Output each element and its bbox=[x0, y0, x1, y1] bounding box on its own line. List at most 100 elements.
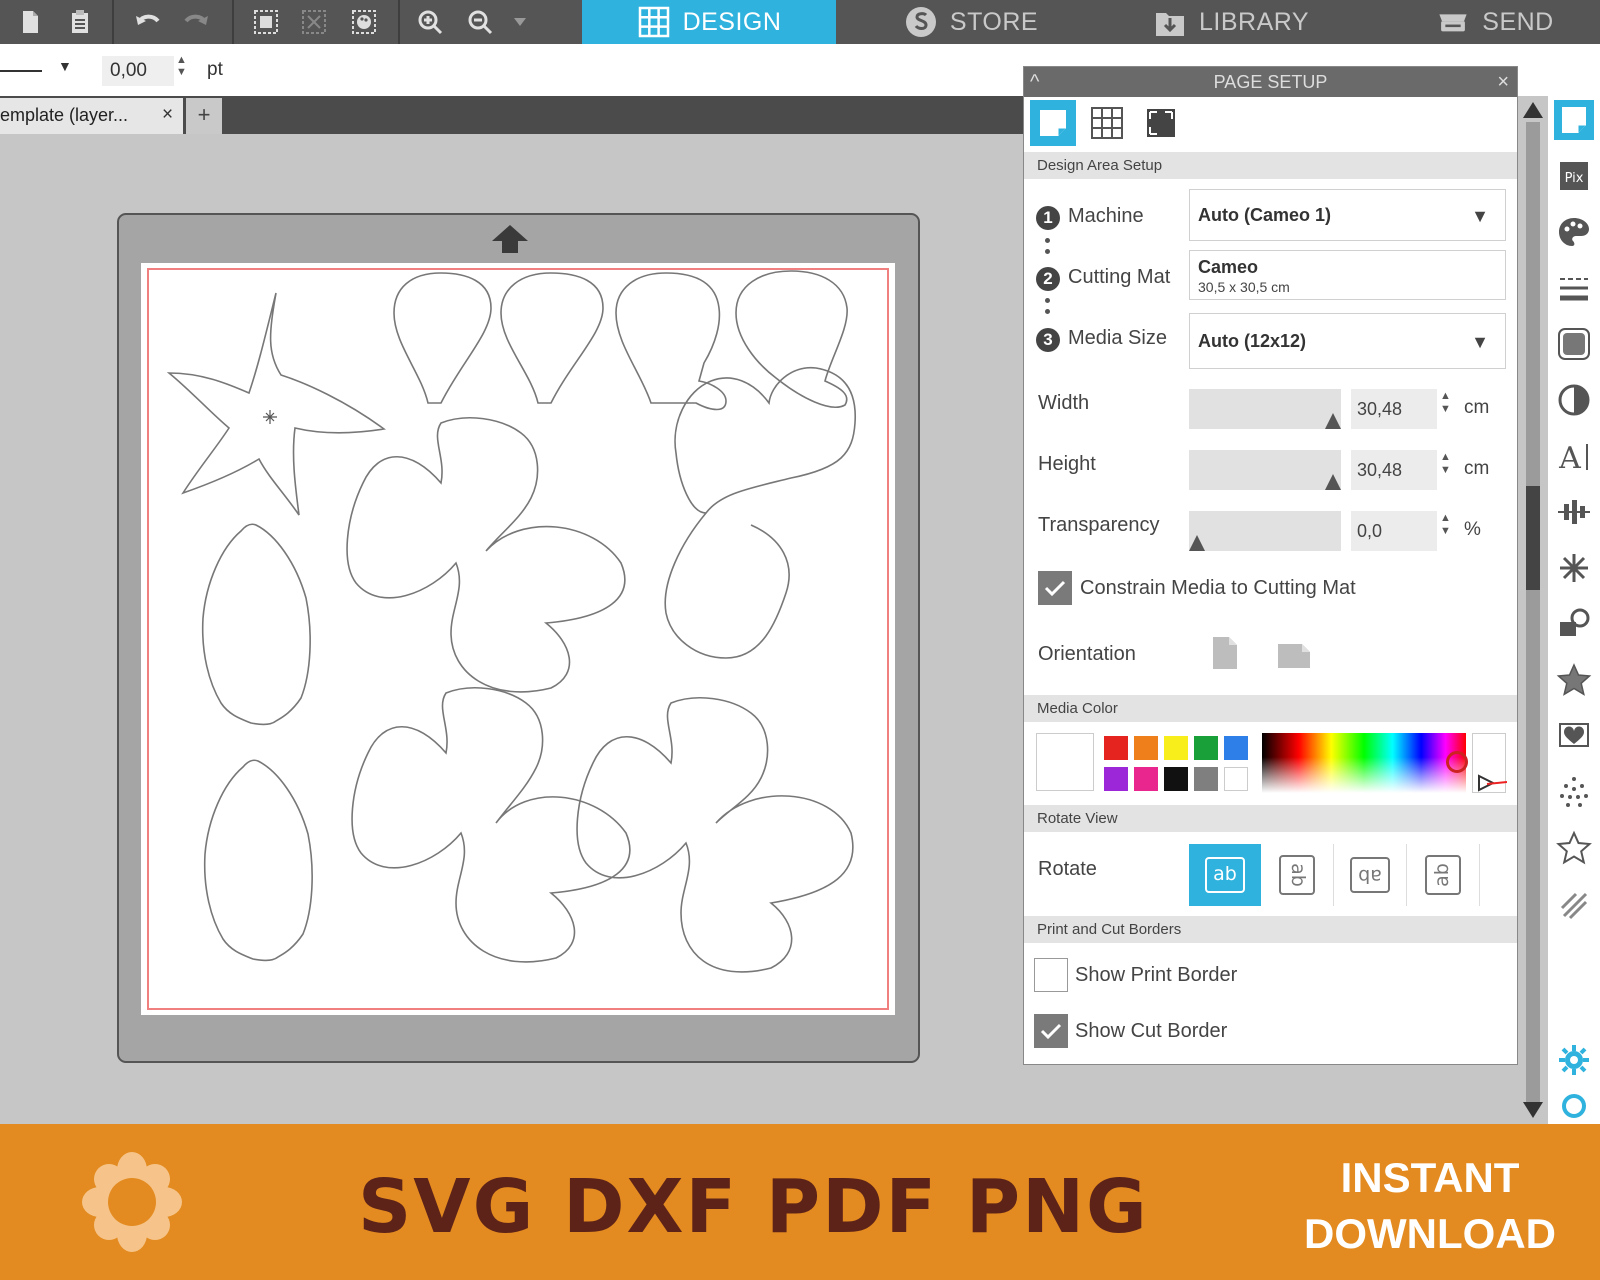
scroll-down-icon[interactable] bbox=[1523, 1102, 1543, 1118]
tab-page-setup[interactable] bbox=[1030, 100, 1076, 146]
panel-scrollbar[interactable] bbox=[1520, 96, 1548, 1126]
height-input[interactable]: 30,48 bbox=[1351, 450, 1437, 490]
star-outline-icon[interactable] bbox=[1554, 828, 1594, 868]
line-width-spinner[interactable]: ▲ ▼ bbox=[176, 54, 187, 78]
document-tab[interactable]: emplate (layer... × bbox=[0, 98, 183, 134]
replicate-icon[interactable] bbox=[1554, 548, 1594, 588]
large-petal-flower-shape[interactable] bbox=[346, 417, 626, 693]
clipboard-icon[interactable] bbox=[64, 6, 96, 38]
machine-dropdown[interactable]: Auto (Cameo 1) ▼ bbox=[1189, 189, 1506, 241]
slider-thumb[interactable] bbox=[1189, 535, 1205, 551]
fill-pattern-icon[interactable] bbox=[1554, 324, 1594, 364]
landscape-orientation-icon[interactable] bbox=[1276, 641, 1312, 671]
scroll-track[interactable] bbox=[1526, 122, 1540, 1102]
line-width-input[interactable]: 0,00 bbox=[102, 56, 174, 86]
rotate-180-button[interactable]: ab bbox=[1334, 844, 1406, 906]
eraser-lines-icon[interactable] bbox=[1554, 884, 1594, 924]
page-setup-panel-icon[interactable] bbox=[1554, 100, 1594, 140]
color-swatch[interactable] bbox=[1224, 736, 1248, 760]
color-swatch[interactable] bbox=[1164, 767, 1188, 791]
send-gear-icon[interactable] bbox=[1554, 1040, 1594, 1080]
slider-thumb[interactable] bbox=[1325, 413, 1341, 429]
show-print-border-checkbox[interactable] bbox=[1034, 958, 1068, 992]
zoom-dropdown-icon[interactable] bbox=[512, 6, 528, 38]
width-input[interactable]: 30,48 bbox=[1351, 389, 1437, 429]
color-swatch[interactable] bbox=[1104, 736, 1128, 760]
large-petal-flower-shape[interactable] bbox=[664, 367, 857, 659]
leaf-shape[interactable] bbox=[201, 523, 311, 726]
portrait-orientation-icon[interactable] bbox=[1210, 635, 1240, 671]
width-spinner[interactable]: ▲ ▼ bbox=[1440, 390, 1451, 416]
color-spectrum-picker[interactable] bbox=[1262, 733, 1468, 793]
tab-grid-settings[interactable] bbox=[1084, 100, 1130, 146]
width-slider[interactable] bbox=[1189, 389, 1341, 429]
constrain-media-checkbox[interactable] bbox=[1038, 571, 1072, 605]
fill-palette-icon[interactable] bbox=[348, 6, 380, 38]
height-spinner[interactable]: ▲ ▼ bbox=[1440, 451, 1451, 477]
star-flower-shape[interactable] bbox=[166, 292, 387, 516]
collapse-panel-icon[interactable]: ^ bbox=[1030, 67, 1039, 97]
text-style-icon[interactable]: A bbox=[1554, 436, 1594, 476]
group-icon[interactable] bbox=[250, 6, 282, 38]
refresh-icon[interactable] bbox=[1554, 1084, 1594, 1124]
rotate-0-button[interactable]: ab bbox=[1189, 844, 1261, 906]
cutting-mat-field[interactable]: Cameo 30,5 x 30,5 cm bbox=[1189, 250, 1506, 300]
constrain-media-label: Constrain Media to Cutting Mat bbox=[1080, 577, 1356, 599]
zoom-in-icon[interactable] bbox=[414, 6, 446, 38]
align-icon[interactable] bbox=[1554, 492, 1594, 532]
slider-thumb[interactable] bbox=[1325, 474, 1341, 490]
media-size-dropdown[interactable]: Auto (12x12) ▼ bbox=[1189, 313, 1506, 369]
petal-shape[interactable] bbox=[393, 272, 492, 404]
tab-store[interactable]: STORE bbox=[876, 0, 1066, 44]
color-picker-handle[interactable] bbox=[1446, 751, 1468, 773]
image-effects-icon[interactable] bbox=[1554, 380, 1594, 420]
transparency-input[interactable]: 0,0 bbox=[1351, 511, 1437, 551]
tab-design[interactable]: DESIGN bbox=[582, 0, 836, 44]
trace-icon[interactable] bbox=[1554, 716, 1594, 756]
transform-icon[interactable] bbox=[1554, 604, 1594, 644]
current-media-color[interactable] bbox=[1036, 733, 1094, 791]
color-swatch[interactable] bbox=[1104, 767, 1128, 791]
design-page[interactable] bbox=[141, 263, 895, 1015]
tab-send[interactable]: SEND bbox=[1400, 0, 1590, 44]
close-tab-icon[interactable]: × bbox=[162, 104, 173, 126]
fill-color-palette-icon[interactable] bbox=[1554, 212, 1594, 252]
transparency-spinner[interactable]: ▲ ▼ bbox=[1440, 512, 1451, 538]
close-panel-icon[interactable]: × bbox=[1497, 67, 1509, 97]
petal-shape[interactable] bbox=[500, 272, 604, 404]
line-style-sample[interactable] bbox=[0, 70, 42, 72]
zoom-out-icon[interactable] bbox=[464, 6, 496, 38]
rotate-270-button[interactable]: ab bbox=[1407, 844, 1479, 906]
height-slider[interactable] bbox=[1189, 450, 1341, 490]
large-petal-flower-shape[interactable] bbox=[351, 687, 631, 963]
new-document-icon[interactable] bbox=[14, 6, 46, 38]
line-style-dropdown-icon[interactable]: ▼ bbox=[58, 58, 72, 74]
sketch-dots-icon[interactable] bbox=[1554, 772, 1594, 812]
color-swatch[interactable] bbox=[1194, 767, 1218, 791]
color-swatch[interactable] bbox=[1134, 767, 1158, 791]
show-cut-border-checkbox[interactable] bbox=[1034, 1014, 1068, 1048]
rotate-90-button[interactable]: ab bbox=[1261, 844, 1333, 906]
transparent-color-option[interactable] bbox=[1472, 733, 1508, 793]
line-width-unit: pt bbox=[207, 59, 223, 80]
line-style-icon[interactable] bbox=[1554, 268, 1594, 308]
color-swatch[interactable] bbox=[1134, 736, 1158, 760]
scroll-thumb[interactable] bbox=[1526, 486, 1540, 590]
pixscan-icon[interactable]: Pix bbox=[1554, 156, 1594, 196]
large-petal-flower-shape[interactable] bbox=[576, 697, 854, 973]
height-label: Height bbox=[1038, 453, 1096, 475]
leaf-shape[interactable] bbox=[203, 759, 313, 962]
redo-icon[interactable] bbox=[180, 6, 212, 38]
scroll-up-icon[interactable] bbox=[1523, 102, 1543, 118]
petal-with-tab-shape[interactable] bbox=[615, 272, 727, 411]
color-swatch[interactable] bbox=[1164, 736, 1188, 760]
undo-icon[interactable] bbox=[132, 6, 164, 38]
tab-library[interactable]: LIBRARY bbox=[1136, 0, 1326, 44]
ungroup-icon[interactable] bbox=[298, 6, 330, 38]
transparency-slider[interactable] bbox=[1189, 511, 1341, 551]
tab-registration-marks[interactable] bbox=[1138, 100, 1184, 146]
color-swatch[interactable] bbox=[1194, 736, 1218, 760]
add-tab-button[interactable]: + bbox=[186, 98, 222, 134]
star-shape-icon[interactable] bbox=[1554, 660, 1594, 700]
color-swatch[interactable] bbox=[1224, 767, 1248, 791]
